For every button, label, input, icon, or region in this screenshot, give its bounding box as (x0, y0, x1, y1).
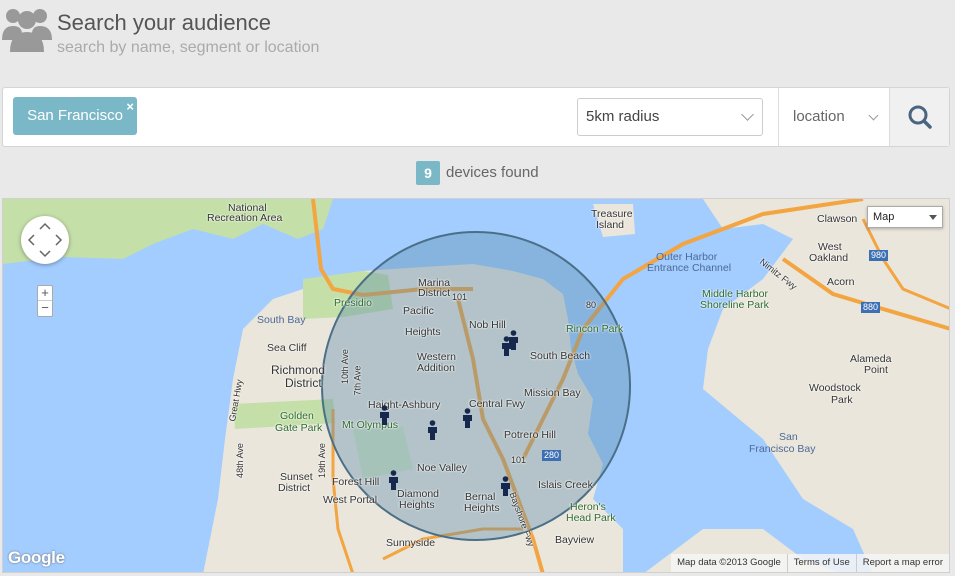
highway-shield-980: 980 (869, 250, 889, 261)
map-label: Acorn (827, 276, 855, 288)
device-pin-icon[interactable] (462, 408, 473, 428)
location-tag-label: San Francisco (27, 107, 123, 124)
filter-type-value: location (793, 108, 845, 125)
device-pin-icon[interactable] (508, 330, 519, 350)
search-icon (908, 105, 932, 129)
map-label: Head Park (566, 512, 616, 524)
map-label: Gate Park (275, 422, 323, 434)
map-label: Heights (405, 326, 441, 338)
map-label: Addition (417, 362, 455, 374)
map-label: Island (596, 219, 625, 231)
map-label: 48th Ave (234, 443, 245, 478)
map-label: Heights (464, 502, 500, 514)
map-type-select[interactable]: Map (867, 206, 943, 228)
filter-type-select[interactable]: location (779, 88, 889, 146)
terms-of-use-link[interactable]: Terms of Use (786, 554, 856, 572)
chevron-down-icon (868, 110, 879, 121)
radius-select[interactable]: 5km radius (577, 98, 763, 136)
chevron-down-icon (741, 108, 754, 121)
map-label: Sunnyside (386, 537, 436, 549)
users-icon (2, 9, 52, 52)
page-subtitle: search by name, segment or location (57, 39, 320, 56)
map-label: Richmond (271, 363, 326, 377)
map-type-value: Map (873, 211, 895, 223)
map-label: Golden (280, 410, 314, 422)
page-header: Search your audience search by name, seg… (0, 0, 955, 70)
map-label: Central Fwy (469, 398, 526, 410)
map-label: Woodstock (809, 382, 861, 394)
map-label: District (418, 287, 451, 299)
map-label: Pacific (403, 305, 434, 317)
map-label: Bayview (555, 534, 595, 546)
pan-control[interactable] (21, 216, 69, 264)
highway-shield-880: 880 (861, 302, 881, 313)
google-logo: Google (8, 548, 65, 567)
location-tag[interactable]: San Francisco × (13, 97, 137, 135)
tag-remove-icon[interactable]: × (126, 88, 134, 126)
map-label: Entrance Channel (647, 262, 732, 274)
highway-shield-101: 101 (452, 292, 468, 302)
map-label: Shoreline Park (700, 299, 769, 311)
map-label: South Beach (530, 350, 591, 362)
device-count-badge: 9 (416, 161, 440, 185)
map-label: Potrero Hill (504, 429, 556, 441)
report-map-error-link[interactable]: Report a map error (855, 554, 949, 572)
zoom-out-button[interactable]: − (38, 301, 52, 316)
radius-value: 5km radius (586, 108, 660, 125)
map-label: Noe Valley (417, 462, 467, 474)
map-view[interactable]: National Recreation Area Treasure Island… (2, 198, 950, 573)
page-title: Search your audience (57, 10, 272, 35)
map-label: 7th Ave (352, 365, 363, 396)
device-count-label: devices found (446, 164, 539, 181)
dropdown-arrow-icon (929, 215, 937, 220)
map-label: Clawson (817, 213, 858, 225)
map-label: Francisco Bay (749, 443, 816, 455)
map-label: Oakland (809, 252, 849, 264)
audience-search-bar: San Francisco × 5km radius location (2, 87, 950, 147)
map-label: 10th Ave (339, 349, 350, 384)
zoom-control: + − (37, 285, 53, 317)
map-label: Forest Hill (332, 476, 380, 488)
map-label: Point (864, 364, 888, 376)
pan-arrows-icon (27, 222, 63, 258)
highway-shield-280: 280 (542, 450, 562, 461)
map-data-text: Map data ©2013 Google (677, 557, 781, 568)
search-button[interactable] (889, 88, 949, 146)
map-label: District (285, 376, 322, 390)
map-label: Islais Creek (538, 479, 593, 491)
map-label: Heights (399, 499, 435, 511)
map-label: Presidio (334, 297, 372, 309)
map-attribution: Map data ©2013 Google Terms of Use Repor… (671, 554, 949, 572)
map-label: Rincon Park (566, 323, 624, 335)
device-pin-icon[interactable] (379, 405, 390, 425)
map-label: District (278, 482, 311, 494)
device-pin-icon[interactable] (388, 470, 399, 490)
device-pin-icon[interactable] (500, 476, 511, 496)
map-label: West Portal (323, 494, 378, 506)
highway-shield-80: 80 (586, 300, 597, 310)
device-pin-icon[interactable] (427, 420, 438, 440)
map-label: South Bay (257, 314, 306, 326)
map-label: Sea Cliff (267, 342, 307, 354)
map-label: 19th Ave (316, 443, 327, 478)
map-label: Recreation Area (207, 212, 283, 224)
map-label: San (779, 431, 798, 443)
map-base (3, 199, 949, 572)
map-label: Nob Hill (469, 319, 506, 331)
highway-shield-101: 101 (511, 455, 527, 465)
zoom-in-button[interactable]: + (38, 286, 52, 301)
map-label: Mission Bay (524, 387, 581, 399)
map-label: Park (831, 394, 853, 406)
